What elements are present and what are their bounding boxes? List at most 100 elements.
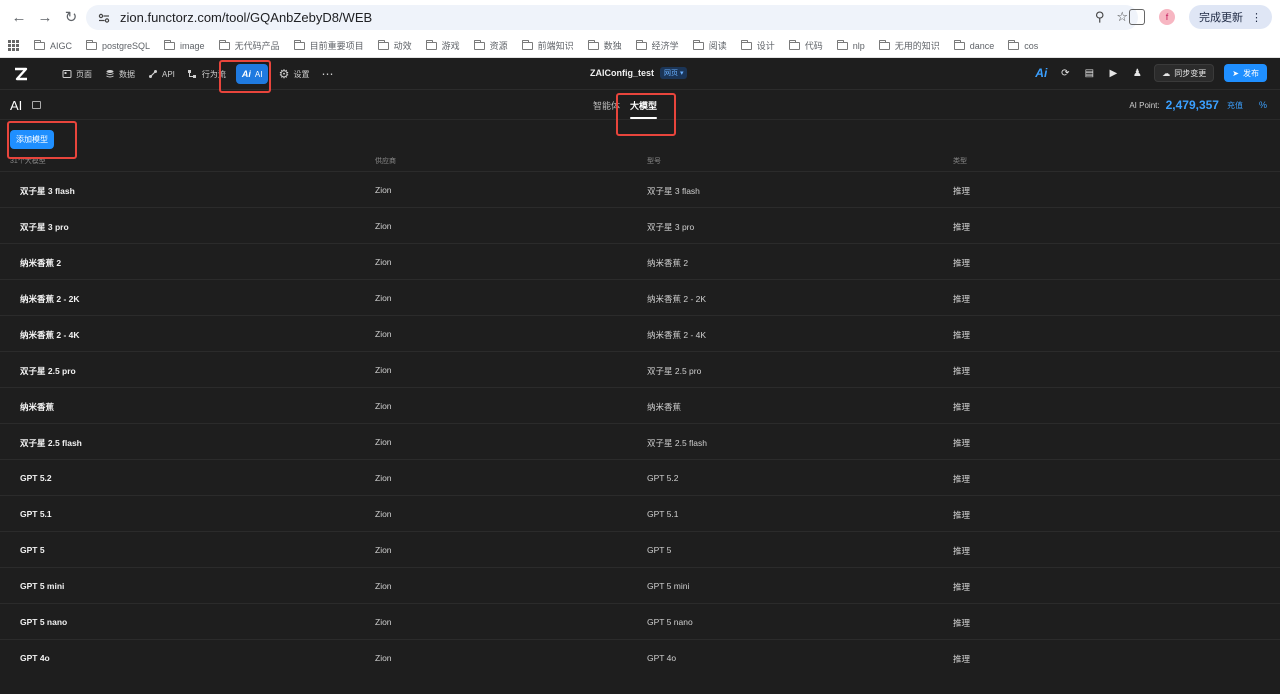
- document-icon[interactable]: ▤: [1082, 66, 1096, 80]
- model-provider: Zion: [375, 617, 392, 627]
- pages-icon: [61, 69, 72, 80]
- table-row[interactable]: 纳米香蕉 2 Zion 纳米香蕉 2 推理: [0, 243, 1280, 279]
- percent-icon[interactable]: %: [1259, 100, 1267, 110]
- nav-ai[interactable]: Ai AI: [235, 64, 269, 84]
- bookmark-folder[interactable]: 阅读: [692, 39, 727, 52]
- model-type: 推理: [953, 330, 971, 340]
- nav-pages[interactable]: 页面: [55, 64, 98, 84]
- table-row[interactable]: 双子星 2.5 flash Zion 双子星 2.5 flash 推理: [0, 423, 1280, 459]
- model-type: 推理: [953, 582, 971, 592]
- model-type: 推理: [953, 402, 971, 412]
- bookmark-folder[interactable]: postgreSQL: [86, 39, 150, 51]
- model-id: 双子星 2.5 flash: [647, 438, 707, 448]
- bookmark-folder[interactable]: 游戏: [425, 39, 460, 52]
- model-id: GPT 4o: [647, 653, 677, 663]
- bookmark-folder[interactable]: 无代码产品: [218, 39, 280, 52]
- model-name: 纳米香蕉 2: [20, 258, 62, 268]
- table-row[interactable]: GPT 5.1 Zion GPT 5.1 推理: [0, 495, 1280, 531]
- table-row[interactable]: 双子星 3 pro Zion 双子星 3 pro 推理: [0, 207, 1280, 243]
- model-type: 推理: [953, 546, 971, 556]
- nav-api[interactable]: API: [141, 64, 181, 84]
- project-type-dropdown[interactable]: 网页 ▾: [660, 67, 688, 79]
- forward-icon[interactable]: →: [34, 6, 56, 28]
- site-settings-icon[interactable]: [96, 10, 112, 26]
- table-row[interactable]: 双子星 2.5 pro Zion 双子星 2.5 pro 推理: [0, 351, 1280, 387]
- sync-changes-button[interactable]: ☁ 同步变更: [1154, 64, 1215, 82]
- project-name: ZAIConfig_test: [590, 68, 654, 78]
- bookmark-folder[interactable]: 前端知识: [521, 39, 574, 52]
- address-bar[interactable]: zion.functorz.com/tool/GQAnbZebyD8/WEB ⚲…: [86, 5, 1138, 30]
- tab-agent[interactable]: 智能体: [593, 99, 620, 112]
- nav-data[interactable]: 数据: [98, 64, 141, 84]
- ai-assistant-icon[interactable]: Ai: [1034, 66, 1048, 80]
- bookmark-folder[interactable]: 无用的知识: [878, 39, 940, 52]
- bookmark-folder[interactable]: image: [164, 39, 205, 51]
- folder-icon: [1008, 39, 1020, 50]
- update-button[interactable]: 完成更新 ⋮: [1189, 5, 1272, 29]
- model-id: GPT 5 nano: [647, 617, 693, 627]
- table-row[interactable]: GPT 5 nano Zion GPT 5 nano 推理: [0, 603, 1280, 639]
- model-provider: Zion: [375, 509, 392, 519]
- model-id: GPT 5.2: [647, 473, 679, 483]
- folder-icon: [635, 39, 647, 50]
- ai-subheader: AI 智能体 大模型 AI Point: 2,479,357 充值 %: [0, 90, 1280, 120]
- bookmark-folder[interactable]: 经济学: [635, 39, 679, 52]
- table-row[interactable]: 纳米香蕉 2 - 2K Zion 纳米香蕉 2 - 2K 推理: [0, 279, 1280, 315]
- table-row[interactable]: 纳米香蕉 2 - 4K Zion 纳米香蕉 2 - 4K 推理: [0, 315, 1280, 351]
- recharge-link[interactable]: 充值: [1227, 100, 1243, 111]
- zoom-icon[interactable]: ⚲: [1095, 9, 1105, 25]
- more-horizontal-icon[interactable]: ⋯: [315, 67, 340, 81]
- header-actions: Ai ⟳ ▤ ▶ ♟ ☁ 同步变更 ➤ 发布: [1034, 64, 1267, 82]
- folder-icon: [218, 39, 230, 50]
- tab-model[interactable]: 大模型: [630, 99, 658, 119]
- bookmark-folder[interactable]: cos: [1008, 39, 1038, 51]
- apps-grid-icon[interactable]: [8, 39, 20, 52]
- table-row[interactable]: 纳米香蕉 Zion 纳米香蕉 推理: [0, 387, 1280, 423]
- bookmark-folder[interactable]: 目前重要项目: [293, 39, 364, 52]
- nav-settings[interactable]: ⚙ 设置: [272, 64, 315, 84]
- bookmark-folder[interactable]: 资源: [473, 39, 508, 52]
- model-provider: Zion: [375, 221, 392, 231]
- back-icon[interactable]: ←: [8, 6, 30, 28]
- refresh-search-icon[interactable]: ⟳: [1058, 66, 1072, 80]
- folder-icon: [740, 39, 752, 50]
- model-type: 推理: [953, 510, 971, 520]
- nav-flow[interactable]: 行为流: [181, 64, 232, 84]
- book-icon[interactable]: [32, 101, 41, 109]
- table-row[interactable]: 双子星 3 flash Zion 双子星 3 flash 推理: [0, 171, 1280, 207]
- reload-icon[interactable]: ↻: [60, 6, 82, 28]
- ai-icon: Ai: [241, 69, 251, 79]
- api-icon: [147, 69, 158, 80]
- table-row[interactable]: GPT 5 mini Zion GPT 5 mini 推理: [0, 567, 1280, 603]
- url-text: zion.functorz.com/tool/GQAnbZebyD8/WEB: [120, 10, 373, 25]
- bookmark-folder[interactable]: 数独: [587, 39, 622, 52]
- play-icon[interactable]: ▶: [1106, 66, 1120, 80]
- model-provider: Zion: [375, 473, 392, 483]
- model-provider: Zion: [375, 257, 392, 267]
- extensions-icon[interactable]: [1129, 9, 1145, 25]
- profile-avatar[interactable]: f: [1159, 9, 1175, 25]
- bookmark-folder[interactable]: dance: [953, 39, 994, 51]
- model-id: GPT 5: [647, 545, 672, 555]
- model-name: GPT 5.2: [20, 473, 52, 483]
- bookmark-star-icon[interactable]: ☆: [1116, 9, 1128, 25]
- bookmark-folder[interactable]: 代码: [788, 39, 823, 52]
- model-id: 纳米香蕉 2 - 4K: [647, 330, 707, 340]
- column-provider: 供应商: [375, 158, 396, 165]
- bookmark-folder[interactable]: 设计: [740, 39, 775, 52]
- table-row[interactable]: GPT 5 Zion GPT 5 推理: [0, 531, 1280, 567]
- bookmark-folder[interactable]: AIGC: [34, 39, 72, 51]
- add-model-button[interactable]: 添加模型: [10, 130, 54, 149]
- folder-icon: [164, 39, 176, 50]
- table-row[interactable]: GPT 4o Zion GPT 4o 推理: [0, 639, 1280, 675]
- table-row[interactable]: GPT 5.2 Zion GPT 5.2 推理: [0, 459, 1280, 495]
- zion-logo-icon[interactable]: [13, 66, 29, 82]
- bookmark-folder[interactable]: 动效: [377, 39, 412, 52]
- points-label: AI Point:: [1129, 100, 1160, 110]
- users-icon[interactable]: ♟: [1130, 66, 1144, 80]
- publish-button[interactable]: ➤ 发布: [1224, 64, 1267, 82]
- model-provider: Zion: [375, 437, 392, 447]
- model-type: 推理: [953, 366, 971, 376]
- bookmark-folder[interactable]: nlp: [836, 39, 865, 51]
- model-type: 推理: [953, 654, 971, 664]
